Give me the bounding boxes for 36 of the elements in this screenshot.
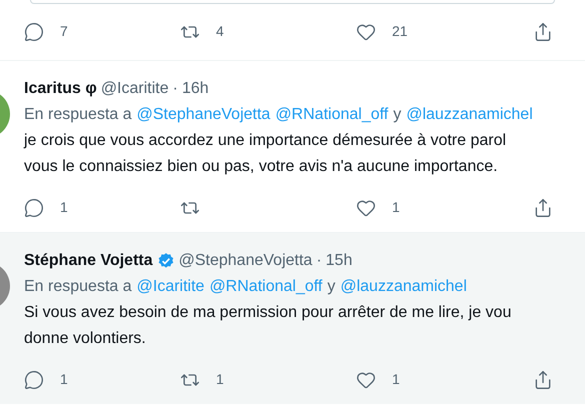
action-count: 7	[60, 22, 68, 41]
action-count: 4	[216, 22, 224, 41]
tweet-text: je crois que vous accordez une importance démesurée à votre parol vous le connaissiez bien ou pas, votre avis n'a aucune importance.	[24, 131, 508, 177]
author-name[interactable]: Stéphane Vojetta	[24, 250, 153, 272]
verified-badge-icon	[156, 252, 175, 270]
mention-link[interactable]: @RNational_off	[275, 102, 388, 128]
share-icon[interactable]	[533, 22, 553, 42]
action-count: 1	[60, 198, 68, 217]
heart-icon[interactable]	[356, 22, 376, 42]
share-icon[interactable]	[533, 198, 553, 218]
share-icon[interactable]	[533, 370, 553, 390]
action-count: 1	[60, 370, 68, 389]
reply-context: En respuesta a	[24, 105, 132, 125]
author-handle[interactable]: @Icaritite	[100, 78, 169, 100]
author-handle[interactable]: @StephaneVojetta	[178, 250, 312, 272]
tweet-card[interactable]: Stéphane Vojetta @StephaneVojetta · 15h En respuesta a @Icaritite @RNational_off y @lauzzanamichel Si vous avez besoin de ma permission pour arrêter de me lire, je vou donne volontiers. 1 1 1	[0, 232, 585, 404]
mention-link[interactable]: @lauzzanamichel	[406, 102, 533, 128]
reply-icon[interactable]	[24, 198, 44, 218]
tweet-time[interactable]: 15h	[326, 250, 352, 272]
action-count: 1	[392, 370, 400, 389]
mention-link[interactable]: @StephaneVojetta	[136, 102, 270, 128]
reply-icon[interactable]	[24, 370, 44, 390]
heart-icon[interactable]	[356, 198, 376, 218]
reply-context: En respuesta a	[24, 277, 132, 297]
separator-dot: ·	[172, 79, 178, 99]
separator-dot: ·	[316, 251, 322, 271]
tweet-text: Si vous avez besoin de ma permission pour arrêter de me lire, je vou donne volontiers.	[24, 303, 512, 349]
tweet-time[interactable]: 16h	[182, 78, 209, 100]
action-count: 1	[392, 198, 400, 217]
action-count: 21	[392, 22, 408, 41]
conjunction: y	[327, 277, 336, 297]
heart-icon[interactable]	[356, 370, 376, 390]
reply-icon[interactable]	[24, 22, 44, 42]
author-name[interactable]: Icaritus φ	[24, 78, 97, 100]
conjunction: y	[393, 105, 402, 125]
action-count: 1	[216, 370, 224, 389]
